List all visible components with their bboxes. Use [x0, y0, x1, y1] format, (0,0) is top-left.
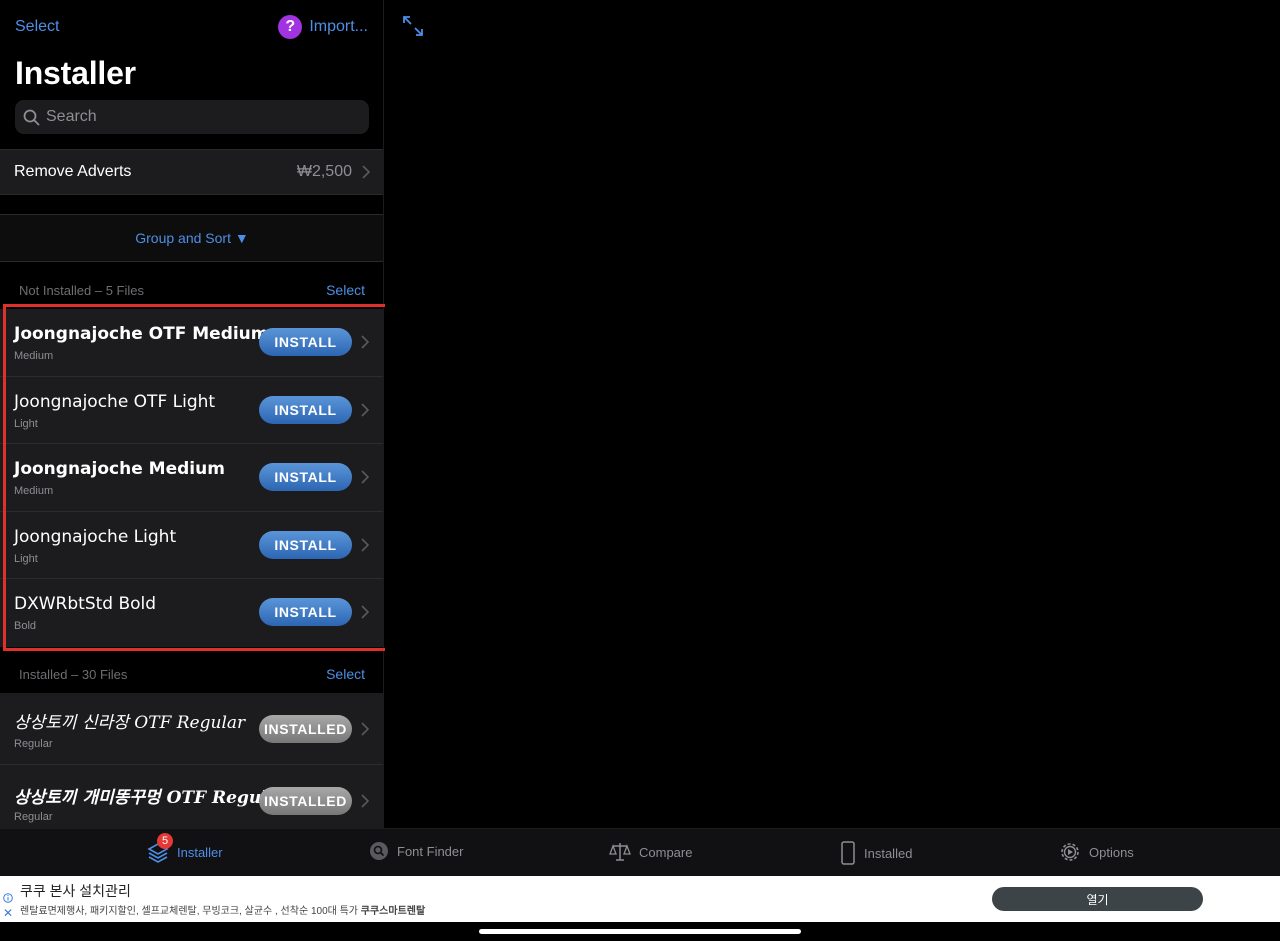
- list-item[interactable]: DXWRbtStd Bold Bold INSTALL: [0, 579, 383, 647]
- tab-options[interactable]: Options: [1059, 841, 1134, 863]
- chevron-right-icon: [362, 165, 370, 179]
- not-installed-count: Not Installed – 5 Files: [19, 282, 145, 298]
- not-installed-header: Not Installed – 5 Files Select: [0, 276, 383, 304]
- close-icon[interactable]: ✕: [3, 907, 13, 919]
- ad-banner[interactable]: ✕ 쿠쿠 본사 설치관리 렌탈료면제행사, 패키지할인, 셀프교체렌탈, 무빙코…: [0, 876, 1280, 922]
- font-name: Joongnajoche Light: [14, 526, 177, 547]
- tab-compare[interactable]: Compare: [609, 841, 692, 863]
- search-input[interactable]: [46, 108, 346, 126]
- chevron-right-icon: [361, 794, 369, 808]
- expand-icon[interactable]: [401, 14, 425, 38]
- install-button[interactable]: INSTALL: [259, 530, 352, 559]
- installer-badge: 5: [157, 833, 173, 849]
- chevron-right-icon: [361, 470, 369, 484]
- tab-label: Font Finder: [397, 843, 464, 859]
- tab-installed[interactable]: Installed: [840, 841, 912, 865]
- font-style: Medium: [14, 350, 54, 362]
- list-item[interactable]: Joongnajoche OTF Light Light INSTALL: [0, 377, 383, 444]
- ad-open-button[interactable]: 열기: [992, 887, 1203, 911]
- tab-label: Installed: [864, 845, 913, 861]
- ad-title: 쿠쿠 본사 설치관리: [20, 883, 131, 899]
- list-item[interactable]: 상상토끼 신라장 OTF Regular Regular INSTALLED: [0, 693, 383, 765]
- not-installed-list: Joongnajoche OTF Medium Medium INSTALL J…: [0, 309, 383, 647]
- search-field[interactable]: [15, 100, 369, 134]
- font-name: DXWRbtStd Bold: [14, 594, 157, 614]
- font-name: 상상토끼 신라장 OTF Regular: [14, 713, 246, 733]
- font-name: Joongnajoche OTF Light: [14, 391, 216, 412]
- installed-header: Installed – 30 Files Select: [0, 660, 383, 688]
- font-style: Light: [14, 417, 38, 430]
- font-name: Joongnajoche OTF Medium: [14, 324, 269, 344]
- chevron-right-icon: [361, 537, 369, 552]
- chevron-right-icon: [361, 605, 369, 619]
- installed-button[interactable]: INSTALLED: [259, 715, 352, 743]
- font-list-panel: Select ? Import... Installer Remove Adve…: [0, 0, 384, 828]
- list-item[interactable]: Joongnajoche Medium Medium INSTALL: [0, 444, 383, 512]
- install-button[interactable]: INSTALL: [259, 463, 352, 491]
- list-item[interactable]: 상상토끼 개미똥꾸멍 OTF Regular Regular INSTALLED: [0, 765, 383, 828]
- font-style: Bold: [14, 620, 37, 632]
- tab-bar: 5 Installer Font Finder Compare Installe…: [0, 828, 1280, 876]
- font-style: Light: [14, 552, 38, 565]
- device-icon: [841, 841, 855, 865]
- scales-icon: [609, 843, 631, 861]
- remove-adverts-row[interactable]: Remove Adverts ₩2,500: [0, 149, 383, 195]
- installed-select-button[interactable]: Select: [326, 666, 365, 682]
- ad-brand: 쿠쿠스마트렌탈: [360, 906, 426, 917]
- ad-subtitle-text: 렌탈료면제행사, 패키지할인, 셀프교체렌탈, 무빙코크, 살균수 , 선착순 …: [20, 906, 361, 917]
- tab-label: Compare: [639, 844, 693, 860]
- chevron-right-icon: [361, 722, 369, 736]
- navigation-bar: Select ? Import...: [15, 15, 368, 41]
- group-and-sort-button[interactable]: Group and Sort ▼: [0, 214, 383, 262]
- page-title: Installer: [15, 55, 136, 91]
- remove-adverts-price: ₩2,500: [296, 163, 352, 180]
- install-button[interactable]: INSTALL: [259, 598, 352, 626]
- font-name: Joongnajoche Medium: [14, 459, 225, 479]
- info-icon[interactable]: [3, 893, 13, 903]
- search-icon: [370, 842, 388, 860]
- help-icon[interactable]: ?: [278, 15, 303, 39]
- detail-panel: [385, 0, 1280, 828]
- chevron-right-icon: [361, 335, 369, 349]
- font-style: Regular: [14, 811, 53, 823]
- font-style: Regular: [14, 738, 53, 750]
- remove-adverts-label: Remove Adverts: [14, 163, 132, 180]
- installed-list: 상상토끼 신라장 OTF Regular Regular INSTALLED 상…: [0, 693, 383, 828]
- chevron-right-icon: [361, 402, 369, 417]
- import-label[interactable]: Import...: [309, 18, 368, 36]
- list-item[interactable]: Joongnajoche OTF Medium Medium INSTALL: [0, 309, 383, 377]
- not-installed-select-button[interactable]: Select: [326, 282, 365, 298]
- ad-subtitle: 렌탈료면제행사, 패키지할인, 셀프교체렌탈, 무빙코크, 살균수 , 선착순 …: [20, 902, 425, 917]
- gear-icon: [1061, 843, 1079, 861]
- list-item[interactable]: Joongnajoche Light Light INSTALL: [0, 512, 383, 579]
- tab-label: Installer: [177, 844, 223, 860]
- font-style: Medium: [14, 485, 54, 497]
- installed-count: Installed – 30 Files: [19, 666, 128, 682]
- tab-label: Options: [1089, 844, 1134, 860]
- import-button[interactable]: ? Import...: [278, 15, 368, 39]
- search-icon: [23, 109, 40, 125]
- font-name: 상상토끼 개미똥꾸멍 OTF Regular: [14, 788, 288, 808]
- install-button[interactable]: INSTALL: [259, 395, 352, 424]
- install-button[interactable]: INSTALL: [259, 328, 352, 356]
- installed-button[interactable]: INSTALLED: [259, 787, 352, 815]
- tab-font-finder[interactable]: Font Finder: [369, 841, 463, 861]
- home-indicator: [479, 929, 801, 934]
- tab-installer[interactable]: 5 Installer: [147, 833, 223, 863]
- select-button[interactable]: Select: [15, 18, 59, 36]
